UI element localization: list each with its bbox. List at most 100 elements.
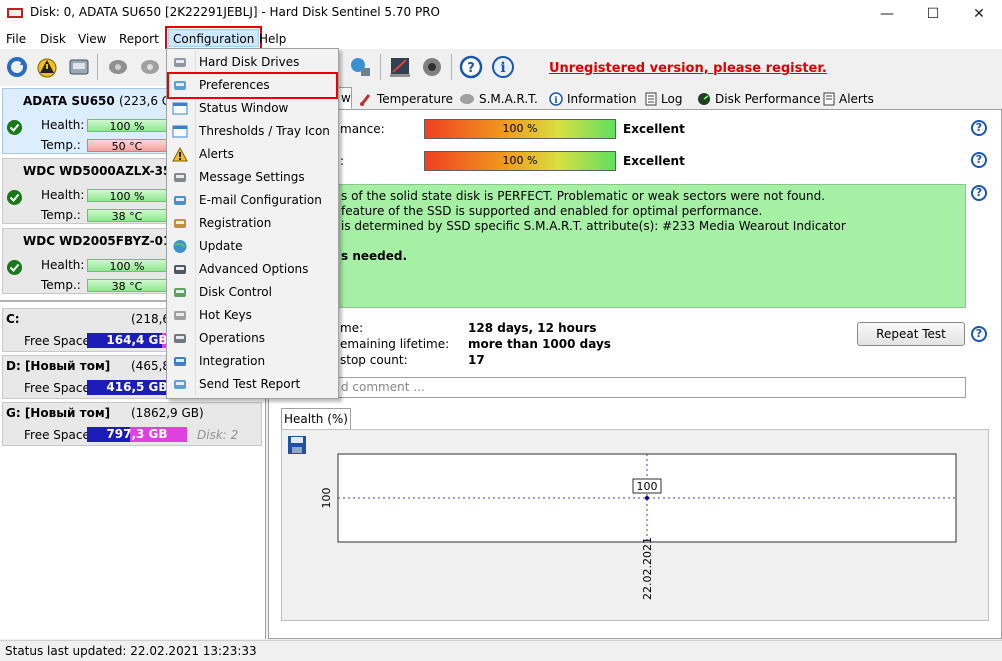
integration-icon — [174, 357, 186, 366]
health-chart-panel: 100 100 22.02.2021 — [281, 429, 989, 621]
menu-item-preferences[interactable]: Preferences — [167, 72, 338, 99]
tab-alerts[interactable]: Alerts — [818, 89, 879, 109]
menu-file-label: File — [6, 32, 27, 46]
minimize-button[interactable]: — — [864, 0, 910, 27]
smart-icon — [460, 94, 474, 104]
menu-item-advanced-options[interactable]: Advanced Options — [169, 258, 336, 281]
report-button[interactable] — [386, 53, 414, 81]
window-title: Disk: 0, ADATA SU650 [2K22291JEBLJ] - Ha… — [30, 5, 440, 19]
volume-entry[interactable]: G: [Новый том] (1862,9 GB) Free Space 79… — [2, 402, 262, 446]
help-icon[interactable]: ? — [971, 152, 987, 168]
menu-item-integration[interactable]: Integration — [169, 350, 336, 373]
free-space-label: Free Space — [24, 428, 90, 442]
tab-temperature[interactable]: Temperature — [354, 89, 458, 109]
disk-tool-button[interactable] — [104, 53, 132, 81]
data-label: 100 — [637, 480, 658, 493]
menu-item-label: Hard Disk Drives — [199, 55, 300, 69]
send-report-icon — [174, 380, 186, 389]
temp-label: Temp.: — [41, 138, 81, 152]
temp-bar: 38 °C — [87, 279, 167, 293]
tab-smart[interactable]: S.M.A.R.T. — [454, 89, 543, 109]
sound-button[interactable] — [418, 53, 446, 81]
tab-health-chart[interactable]: Health (%) — [281, 408, 351, 430]
menu-item-label: Disk Control — [199, 285, 272, 299]
menu-view[interactable]: View — [74, 30, 110, 48]
free-space-label: Free Space — [24, 334, 90, 348]
advanced-icon — [174, 265, 186, 274]
menu-item-thresholds-tray-icon[interactable]: Thresholds / Tray Icon — [169, 120, 336, 143]
help-icon[interactable]: ? — [971, 326, 987, 342]
health-bar: 100 % — [424, 151, 616, 171]
menu-item-update[interactable]: Update — [169, 235, 336, 258]
svg-text:i: i — [554, 96, 558, 106]
help-toolbar-button[interactable]: ? — [457, 53, 485, 81]
keyboard-icon — [174, 311, 186, 320]
health-bar: 100 % — [87, 259, 167, 273]
speaker-icon — [423, 58, 441, 76]
ok-check-icon — [7, 190, 22, 205]
temp-label: Temp.: — [41, 208, 81, 222]
thresholds-icon — [172, 125, 188, 138]
menu-item-operations[interactable]: Operations — [169, 327, 336, 350]
tool-icon — [109, 60, 127, 74]
tab-disk-performance[interactable]: Disk Performance — [692, 89, 826, 109]
comment-input[interactable]: d comment ... — [308, 377, 966, 398]
repeat-test-button[interactable]: Repeat Test — [857, 322, 965, 346]
menu-item-registration[interactable]: Registration — [169, 212, 336, 235]
menu-disk[interactable]: Disk — [36, 30, 70, 48]
menu-file[interactable]: File — [2, 30, 30, 48]
configuration-menu: Hard Disk Drives Preferences Status Window… — [166, 48, 339, 399]
tab-overview[interactable]: w — [338, 87, 352, 109]
network-button[interactable] — [346, 53, 374, 81]
title-bar: Disk: 0, ADATA SU650 [2K22291JEBLJ] - Ha… — [0, 0, 1002, 27]
menu-item-label: Hot Keys — [199, 308, 252, 322]
tab-disk-performance-label: Disk Performance — [715, 92, 821, 106]
menu-report[interactable]: Report — [115, 30, 163, 48]
menu-view-label: View — [78, 32, 107, 46]
menu-item-disk-control[interactable]: Disk Control — [169, 281, 336, 304]
network-icon — [351, 58, 370, 76]
help-icon[interactable]: ? — [971, 185, 987, 201]
volume-capacity: (465,8 — [131, 359, 171, 373]
maximize-button[interactable]: ☐ — [910, 0, 956, 27]
help-icon[interactable]: ? — [971, 120, 987, 136]
menu-configuration[interactable]: Configuration — [164, 26, 263, 50]
menu-item-label: Advanced Options — [199, 262, 309, 276]
start-stop-value: 17 — [468, 353, 485, 367]
performance-bar: 100 % — [424, 119, 616, 139]
temp-bar: 50 °C — [87, 139, 167, 153]
info-toolbar-button[interactable]: i — [489, 53, 517, 81]
volume-name: D: [Новый том] — [6, 359, 111, 373]
data-point — [645, 496, 649, 500]
alert-test-button[interactable] — [33, 53, 61, 81]
description-line: feature of the SSD is supported and enab… — [341, 204, 763, 218]
menu-item-hard-disk-drives[interactable]: Hard Disk Drives — [169, 51, 336, 74]
volume-disk: Disk: 2 — [197, 428, 239, 442]
description-line: s of the solid state disk is PERFECT. Pr… — [341, 189, 826, 203]
disk-tool2-button[interactable] — [136, 53, 164, 81]
tab-information[interactable]: i Information — [544, 89, 641, 109]
refresh-button[interactable] — [3, 53, 31, 81]
info-icon: i — [549, 92, 563, 106]
alerts-icon — [823, 92, 835, 106]
disk-info-button[interactable] — [65, 53, 93, 81]
menu-item-e-mail-configuration[interactable]: E-mail Configuration — [169, 189, 336, 212]
free-space-bar: 797,3 GB — [87, 427, 187, 442]
performance-label: mance: — [340, 122, 385, 136]
menu-help[interactable]: Help — [255, 30, 290, 48]
unregistered-link[interactable]: Unregistered version, please register. — [549, 61, 827, 76]
menu-item-label: Alerts — [199, 147, 234, 161]
close-button[interactable]: ✕ — [956, 0, 1002, 27]
menu-item-message-settings[interactable]: Message Settings — [169, 166, 336, 189]
menu-item-status-window[interactable]: Status Window — [169, 97, 336, 120]
menu-item-alerts[interactable]: Alerts — [169, 143, 336, 166]
menu-item-label: Preferences — [199, 78, 270, 92]
window-icon — [172, 102, 188, 115]
health-bar: 100 % — [87, 119, 167, 133]
menu-item-send-test-report[interactable]: Send Test Report — [169, 373, 336, 396]
menu-item-hot-keys[interactable]: Hot Keys — [169, 304, 336, 327]
tab-log[interactable]: Log — [640, 89, 687, 109]
menu-item-label: Operations — [199, 331, 265, 345]
status-text: Status last updated: 22.02.2021 13:23:33 — [5, 644, 257, 658]
start-stop-label: stop count: — [340, 353, 408, 367]
